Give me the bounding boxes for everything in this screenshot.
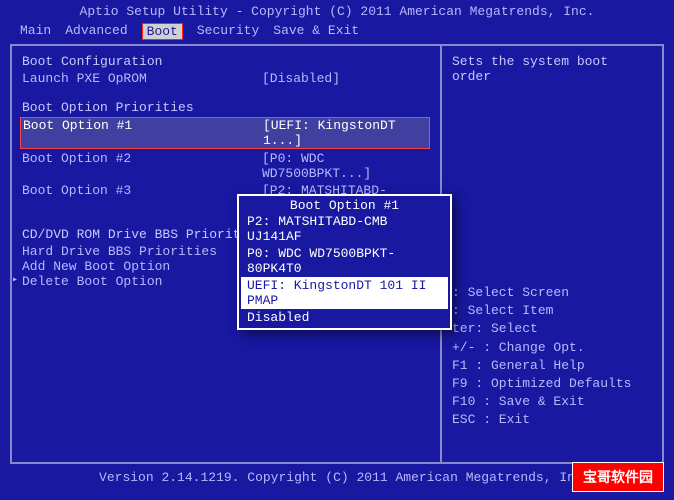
key-help: : Select Screen : Select Item ter: Selec…: [452, 284, 652, 430]
bios-screen: Aptio Setup Utility - Copyright (C) 2011…: [0, 0, 674, 500]
boot-option-1[interactable]: Boot Option #1 [UEFI: KingstonDT 1...]: [20, 117, 430, 149]
menu-advanced[interactable]: Advanced: [65, 23, 127, 40]
popup-title: Boot Option #1: [282, 198, 407, 213]
popup-item-3[interactable]: Disabled: [241, 309, 448, 326]
priorities-header: Boot Option Priorities: [22, 100, 430, 115]
key-f1: F1 : General Help: [452, 357, 652, 375]
key-enter: ter: Select: [452, 320, 652, 338]
header-title: Aptio Setup Utility - Copyright (C) 2011…: [0, 0, 674, 21]
menu-bar: Main Advanced Boot Security Save & Exit: [0, 21, 674, 42]
boot-option-3-label: Boot Option #3: [22, 183, 262, 213]
help-text: Sets the system boot order: [452, 54, 652, 84]
watermark: 宝哥软件园: [572, 462, 664, 492]
boot-option-2-label: Boot Option #2: [22, 151, 262, 181]
boot-option-popup: Boot Option #1 P2: MATSHITABD-CMB UJ141A…: [237, 194, 452, 330]
key-f10: F10 : Save & Exit: [452, 393, 652, 411]
popup-item-1[interactable]: P0: WDC WD7500BPKT-80PK4T0: [241, 245, 448, 277]
menu-main[interactable]: Main: [20, 23, 51, 40]
pxe-label: Launch PXE OpROM: [22, 71, 262, 86]
main-area: Boot Configuration Launch PXE OpROM [Dis…: [10, 44, 664, 464]
menu-boot[interactable]: Boot: [142, 23, 183, 40]
popup-item-2[interactable]: UEFI: KingstonDT 101 II PMAP: [241, 277, 448, 309]
pxe-value: [Disabled]: [262, 71, 430, 86]
pxe-option[interactable]: Launch PXE OpROM [Disabled]: [22, 71, 430, 86]
popup-item-0[interactable]: P2: MATSHITABD-CMB UJ141AF: [241, 213, 448, 245]
key-select-screen: : Select Screen: [452, 284, 652, 302]
boot-option-2[interactable]: Boot Option #2 [P0: WDC WD7500BPKT...]: [22, 151, 430, 181]
boot-option-1-value: [UEFI: KingstonDT 1...]: [263, 118, 427, 148]
boot-option-2-value: [P0: WDC WD7500BPKT...]: [262, 151, 430, 181]
key-esc: ESC : Exit: [452, 411, 652, 429]
right-panel: Sets the system boot order : Select Scre…: [442, 46, 662, 462]
key-select-item: : Select Item: [452, 302, 652, 320]
key-f9: F9 : Optimized Defaults: [452, 375, 652, 393]
boot-option-1-label: Boot Option #1: [23, 118, 263, 148]
boot-config-header: Boot Configuration: [22, 54, 430, 69]
menu-save-exit[interactable]: Save & Exit: [273, 23, 359, 40]
menu-security[interactable]: Security: [197, 23, 259, 40]
key-change-opt: +/- : Change Opt.: [452, 339, 652, 357]
